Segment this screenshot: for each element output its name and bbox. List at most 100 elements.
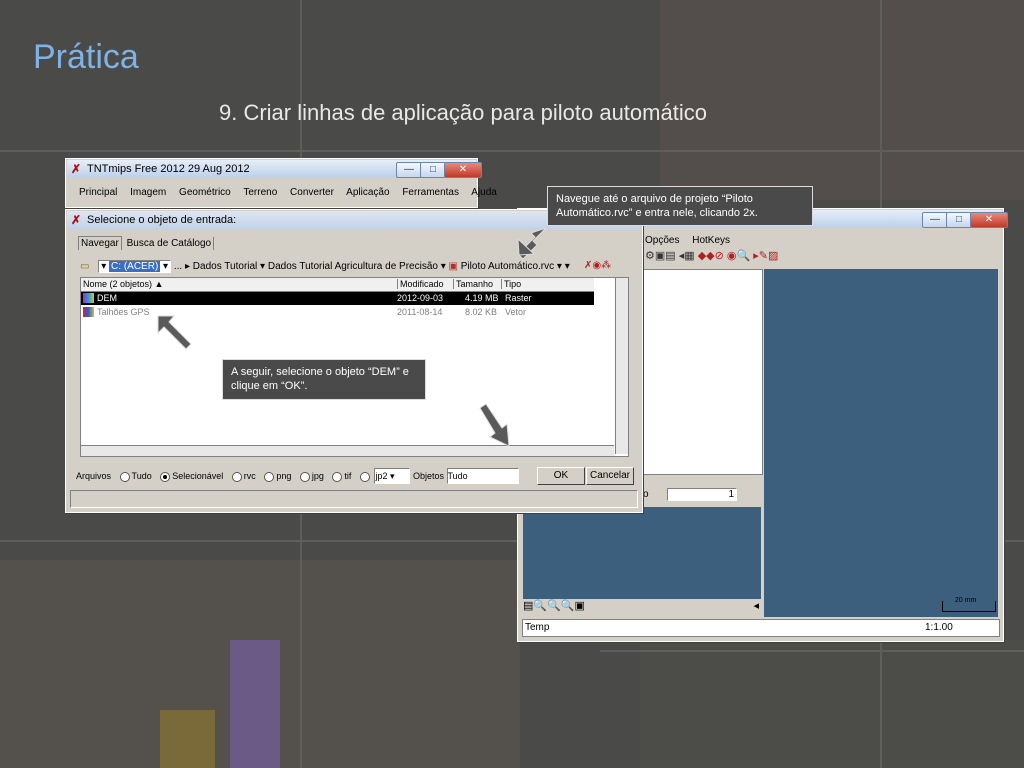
view-menubar: Opções HotKeys [645, 235, 740, 246]
table-row[interactable]: DEM 2012-09-03 4.19 MB Raster [81, 292, 594, 305]
crumb-ellipsis[interactable]: ... ▸ [174, 261, 190, 272]
dialog-status-field [70, 490, 638, 508]
row-size: 8.02 KB [465, 307, 498, 317]
path-tools-icon[interactable]: ✗◉⁂ [584, 260, 611, 271]
raster-icon [83, 293, 94, 303]
radio-jpg[interactable] [299, 471, 310, 482]
radio-jpg-label: jpg [311, 471, 324, 481]
radio-png[interactable] [264, 471, 275, 482]
zoom-icons[interactable]: ◆◆⊘ ◉🔍 ▸✎▨ [698, 250, 779, 262]
row-modified: 2012-09-03 [397, 293, 444, 303]
crumb-piloto-automatico[interactable]: Piloto Automático.rvc [461, 261, 554, 272]
drive-label: C: (ACER) [109, 261, 161, 272]
crumb-agricultura[interactable]: Dados Tutorial Agricultura de Precisão [268, 261, 438, 272]
objects-label: Objetos [412, 471, 444, 481]
menu-aplicacao[interactable]: Aplicação [346, 187, 389, 198]
dialog-logo-icon: ✗ [71, 213, 82, 227]
view-bottom-tools: ▤🔍🔍🔍▣ ◂ [523, 599, 761, 615]
col-type[interactable]: Tipo [501, 279, 521, 289]
horizontal-scrollbar[interactable] [81, 445, 614, 456]
file-list-header: Nome (2 objetos) ▲ Modificado Tamanho Ti… [81, 278, 594, 292]
radio-png-label: png [276, 471, 292, 481]
menu-converter[interactable]: Converter [290, 187, 334, 198]
layer-dropdown[interactable]: 1 [667, 488, 737, 501]
map-view-canvas[interactable] [764, 269, 998, 617]
row-modified: 2011-08-14 [397, 307, 443, 317]
scroll-left-icon[interactable]: ◂ [753, 599, 759, 612]
objects-value: Tudo [447, 471, 468, 481]
ok-button[interactable]: OK [537, 467, 585, 485]
rvc-file-icon: ▣ [448, 261, 458, 272]
tntmips-logo-icon: ✗ [71, 162, 82, 176]
radio-tudo-label: Tudo [131, 471, 152, 481]
radio-rvc-label: rvc [243, 471, 256, 481]
format-value: jp2 [375, 471, 388, 481]
view-maximize-button[interactable]: □ [946, 212, 972, 228]
menu-geometrico[interactable]: Geométrico [179, 187, 231, 198]
vector-icon [83, 307, 94, 317]
row-type: Raster [505, 293, 532, 303]
slide-subtitle: 9. Criar linhas de aplicação para piloto… [219, 100, 707, 125]
row-name: DEM [97, 293, 117, 303]
col-size[interactable]: Tamanho [453, 279, 493, 289]
menu-opcoes[interactable]: Opções [645, 235, 679, 246]
radio-tif[interactable] [332, 471, 343, 482]
menu-hotkeys[interactable]: HotKeys [692, 235, 730, 246]
dialog-tabs: Navegar Busca de Catálogo [78, 236, 215, 250]
maximize-button[interactable]: □ [420, 162, 446, 178]
dialog-title: Selecione o objeto de entrada: [87, 214, 237, 226]
view-toolbar: ⚙▣▤ ◂▦ ◆◆⊘ ◉🔍 ▸✎▨ [645, 249, 1000, 269]
main-window-title: TNTmips Free 2012 29 Aug 2012 [87, 163, 250, 175]
tab-busca-catalogo[interactable]: Busca de Catálogo [124, 237, 215, 250]
close-button[interactable]: ✕ [444, 162, 482, 178]
radio-selecionavel-label: Selecionável [172, 471, 224, 481]
menu-terreno[interactable]: Terreno [243, 187, 277, 198]
menu-ferramentas[interactable]: Ferramentas [402, 187, 459, 198]
objects-dropdown[interactable]: Tudo [446, 468, 519, 484]
view-close-button[interactable]: ✕ [970, 212, 1008, 228]
col-name[interactable]: Nome (2 objetos) ▲ [83, 279, 163, 289]
crumb-dados-tutorial[interactable]: Dados Tutorial [193, 261, 257, 272]
menu-principal[interactable]: Principal [79, 187, 117, 198]
col-modified[interactable]: Modificado [397, 279, 444, 289]
status-scale: 1:1.00 [925, 622, 953, 633]
layer-spinner-row: o 1 [643, 487, 761, 503]
tntmips-main-window: ✗ TNTmips Free 2012 29 Aug 2012 — □ ✕ Pr… [65, 158, 497, 208]
zoom-tools-icon[interactable]: ▤🔍🔍🔍▣ [523, 600, 585, 612]
radio-tudo[interactable] [119, 471, 130, 482]
vertical-scrollbar[interactable] [615, 278, 628, 454]
view-statusbar: Temp 1:1.00 [522, 619, 1000, 637]
main-titlebar: ✗ TNTmips Free 2012 29 Aug 2012 — □ ✕ [67, 160, 482, 178]
view-minimize-button[interactable]: — [922, 212, 948, 228]
callout-navigate: Navegue até o arquivo de projeto “Piloto… [547, 186, 813, 226]
callout-select: A seguir, selecione o objeto “DEM” e cli… [222, 359, 426, 400]
layer-preview-area [523, 507, 761, 599]
main-menubar: Principal Imagem Geométrico Terreno Conv… [79, 187, 507, 198]
row-name: Talhões GPS [97, 307, 150, 317]
table-row[interactable]: Talhões GPS 2011-08-14 8.02 KB Vetor [81, 306, 594, 319]
radio-jp2[interactable] [359, 471, 370, 482]
layer-list-panel[interactable] [643, 269, 763, 475]
scale-bar: 20 mm [942, 597, 996, 612]
folder-icon[interactable]: ▭ [80, 261, 89, 272]
path-bar: ▭ ▾ C: (ACER) ▾ ... ▸ Dados Tutorial ▾ D… [80, 260, 612, 273]
layer-field[interactable]: o [643, 489, 649, 500]
status-temp: Temp [525, 622, 550, 633]
radio-tif-label: tif [344, 471, 352, 481]
slide-title: Prática [33, 38, 139, 76]
layer-tools-icon[interactable]: ⚙▣▤ ◂▦ [645, 250, 698, 262]
filter-row: Arquivos Tudo Selecionável rvc png jpg t… [76, 468, 536, 484]
radio-selecionavel[interactable] [160, 471, 171, 482]
row-type: Vetor [505, 307, 527, 317]
scale-bar-label: 20 mm [955, 597, 977, 604]
cancel-button[interactable]: Cancelar [586, 467, 634, 485]
drive-selector[interactable]: ▾ C: (ACER) ▾ [98, 260, 172, 273]
filter-label: Arquivos [76, 471, 112, 481]
format-dropdown[interactable]: jp2 ▾ [374, 468, 411, 484]
menu-imagem[interactable]: Imagem [130, 187, 166, 198]
radio-rvc[interactable] [231, 471, 242, 482]
tab-navegar[interactable]: Navegar [78, 236, 122, 250]
minimize-button[interactable]: — [396, 162, 422, 178]
menu-ajuda[interactable]: Ajuda [471, 187, 497, 198]
row-size: 4.19 MB [465, 293, 499, 303]
